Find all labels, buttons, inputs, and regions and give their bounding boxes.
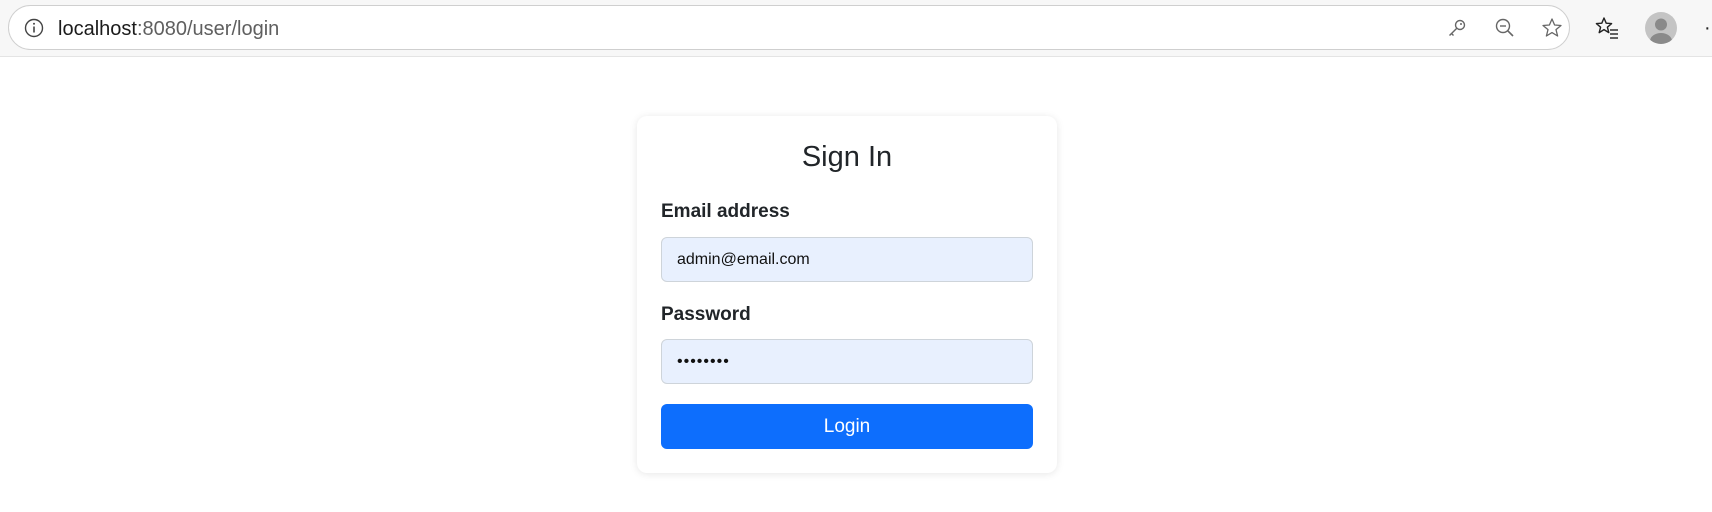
- address-bar[interactable]: localhost:8080/user/login: [8, 5, 1570, 50]
- login-button[interactable]: Login: [661, 404, 1033, 449]
- star-icon[interactable]: [1540, 16, 1564, 40]
- password-label: Password: [661, 304, 751, 325]
- browser-toolbar: localhost:8080/user/login ·: [0, 0, 1712, 57]
- info-icon[interactable]: [22, 16, 46, 40]
- zoom-out-icon[interactable]: [1493, 16, 1517, 40]
- url-path: :8080/user/login: [136, 18, 280, 40]
- page-title: Sign In: [801, 141, 893, 173]
- url-text[interactable]: localhost:8080/user/login: [58, 18, 279, 40]
- more-icon[interactable]: ·: [1704, 18, 1711, 38]
- email-field[interactable]: [661, 237, 1033, 282]
- login-card: Sign In Email address Password Login: [637, 116, 1057, 473]
- key-icon[interactable]: [1445, 16, 1469, 40]
- avatar-icon[interactable]: [1645, 12, 1677, 44]
- email-label: Email address: [661, 201, 790, 222]
- password-field[interactable]: [661, 339, 1033, 384]
- favorites-icon[interactable]: [1594, 15, 1620, 41]
- profile-silhouette-icon: [1650, 18, 1672, 44]
- url-host: localhost: [58, 18, 137, 40]
